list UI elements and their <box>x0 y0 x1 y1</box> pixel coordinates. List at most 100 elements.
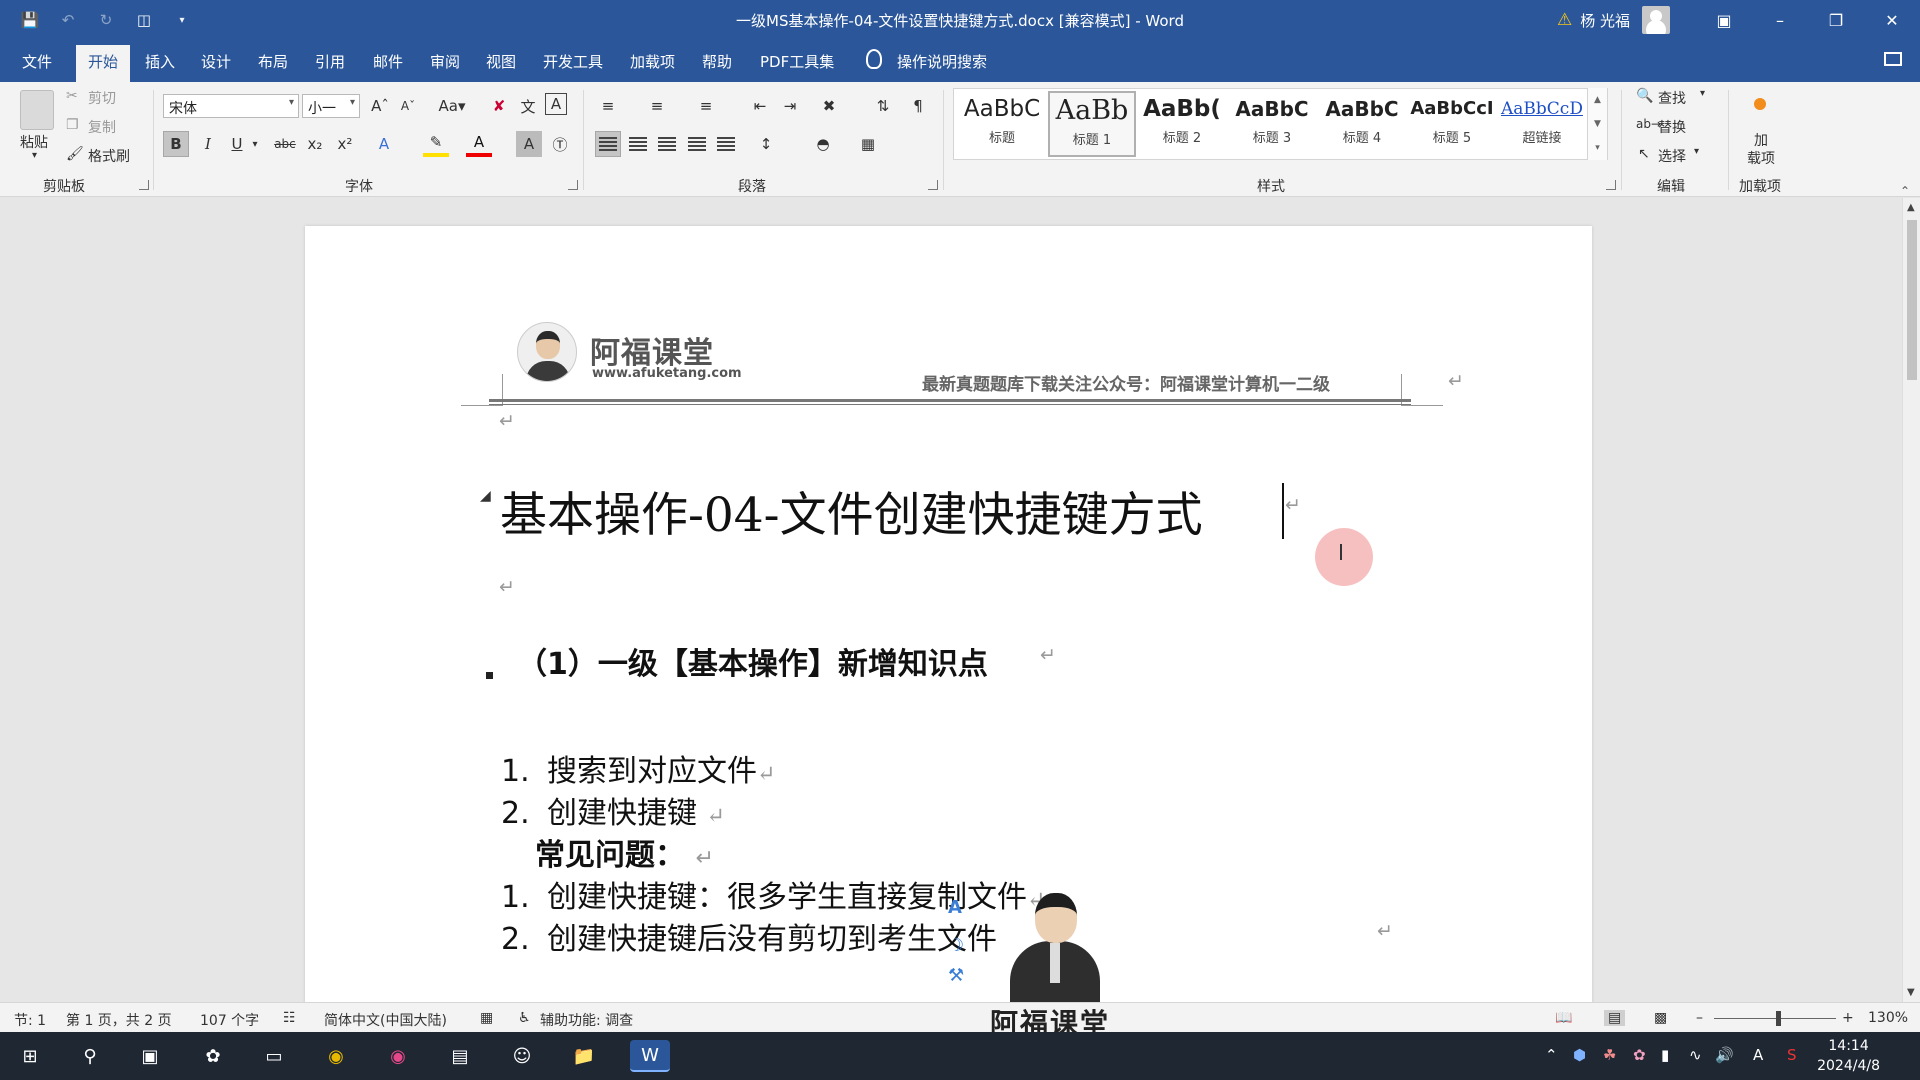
collapse-marker-icon[interactable]: ◢ <box>480 488 491 504</box>
style-hyperlink[interactable]: AaBbCcD 超链接 <box>1498 91 1586 157</box>
shading-icon[interactable]: ◓ <box>810 131 836 157</box>
list-item[interactable]: 常见问题： ↵ <box>535 830 714 874</box>
tab-layout[interactable]: 布局 <box>258 51 288 72</box>
show-hidden-icons-icon[interactable]: ⌃ <box>1545 1046 1558 1064</box>
bullets-icon[interactable]: ≡ <box>595 93 621 119</box>
page[interactable]: 阿福课堂 www.afuketang.com 最新真题题库下载关注公众号：阿福课… <box>305 226 1592 1002</box>
paste-icon[interactable] <box>20 90 54 130</box>
format-painter-button[interactable]: 格式刷 <box>88 146 130 166</box>
scroll-down-icon[interactable]: ▼ <box>1907 987 1915 998</box>
scroll-thumb[interactable] <box>1907 220 1917 380</box>
line-spacing-icon[interactable]: ↕ <box>753 131 779 157</box>
tab-help[interactable]: 帮助 <box>702 51 732 72</box>
chevron-down-icon[interactable]: ▾ <box>1694 146 1699 157</box>
underline-button[interactable]: U <box>224 131 250 157</box>
enclose-characters-icon[interactable]: Ⓣ <box>547 131 573 157</box>
sort-icon[interactable]: ⇅ <box>870 93 896 119</box>
character-border-icon[interactable]: A <box>545 93 567 115</box>
shrink-font-icon[interactable]: Aˇ <box>395 93 421 119</box>
web-layout-icon[interactable]: ▩ <box>1654 1010 1667 1026</box>
proofing-icon[interactable]: ☷ <box>283 1010 296 1026</box>
tray-red-app-icon[interactable]: S <box>1787 1046 1797 1064</box>
phonetic-guide-icon[interactable]: 文 <box>515 93 541 119</box>
app-window-icon[interactable]: ▤ <box>444 1040 476 1072</box>
select-button[interactable]: 选择 <box>1658 146 1686 166</box>
section-heading[interactable]: （1）一级【基本操作】新增知识点 <box>517 639 988 683</box>
italic-button[interactable]: I <box>195 131 221 157</box>
font-name-combo[interactable]: 宋体 ▾ <box>163 94 299 118</box>
tab-references[interactable]: 引用 <box>315 51 345 72</box>
battery-icon[interactable]: ▮ <box>1661 1046 1669 1064</box>
vertical-scrollbar[interactable]: ▲ ▼ <box>1902 198 1920 1002</box>
network-icon[interactable]: ∿ <box>1689 1046 1702 1064</box>
strikethrough-button[interactable]: abc <box>272 131 298 157</box>
input-method-icon[interactable]: A <box>1753 1046 1763 1064</box>
paste-dropdown-icon[interactable]: ▾ <box>32 150 37 161</box>
read-mode-icon[interactable]: 📖 <box>1555 1010 1572 1026</box>
zoom-slider[interactable] <box>1714 1018 1836 1019</box>
tray-app-icon[interactable]: ☘ <box>1603 1046 1616 1064</box>
character-shading-icon[interactable]: A <box>516 131 542 157</box>
styles-scroll[interactable]: ▲ ▼ ▾ <box>1587 88 1607 160</box>
justify-button[interactable] <box>684 131 710 157</box>
language-indicator[interactable]: 简体中文(中国大陆) <box>324 1010 447 1030</box>
decrease-indent-icon[interactable]: ⇤ <box>747 93 773 119</box>
superscript-button[interactable]: x² <box>332 131 358 157</box>
styles-launcher-icon[interactable] <box>1606 180 1616 190</box>
search-icon[interactable]: ⚲ <box>74 1040 106 1072</box>
list-item[interactable]: 2. 创建快捷键后没有剪切到考生文件 <box>501 914 997 958</box>
multilevel-list-icon[interactable]: ≡ <box>693 93 719 119</box>
tab-file[interactable]: 文件 <box>22 51 52 72</box>
tab-review[interactable]: 审阅 <box>430 51 460 72</box>
tab-developer[interactable]: 开发工具 <box>543 51 603 72</box>
chrome-icon[interactable]: ◉ <box>320 1040 352 1072</box>
page-indicator[interactable]: 第 1 页，共 2 页 <box>66 1010 172 1030</box>
zoom-slider-thumb[interactable] <box>1776 1011 1781 1026</box>
accessibility-status[interactable]: 辅助功能: 调查 <box>540 1010 633 1030</box>
tab-insert[interactable]: 插入 <box>145 51 175 72</box>
font-launcher-icon[interactable] <box>568 180 578 190</box>
tab-addins[interactable]: 加载项 <box>630 51 675 72</box>
style-heading-2[interactable]: AaBb( 标题 2 <box>1138 91 1226 157</box>
list-item[interactable]: 1. 搜索到对应文件↵ <box>501 746 775 790</box>
tray-shield-icon[interactable]: ⬢ <box>1573 1046 1586 1064</box>
asian-layout-icon[interactable]: ✖ <box>816 93 842 119</box>
distributed-button[interactable] <box>713 131 739 157</box>
align-right-button[interactable] <box>654 131 680 157</box>
zoom-in-icon[interactable]: + <box>1842 1010 1854 1026</box>
taskbar-clock[interactable]: 14:14 2024/4/8 <box>1817 1036 1880 1076</box>
app-screen-icon[interactable]: ▭ <box>258 1040 290 1072</box>
copy-button[interactable]: 复制 <box>88 117 116 137</box>
ribbon-display-options-icon[interactable]: ▣ <box>1696 0 1752 40</box>
zoom-level[interactable]: 130% <box>1868 1010 1908 1026</box>
underline-dropdown-icon[interactable]: ▾ <box>248 131 262 157</box>
document-title[interactable]: 基本操作-04-文件创建快捷键方式 <box>500 476 1203 545</box>
font-color-icon[interactable]: A <box>466 131 492 157</box>
volume-icon[interactable]: 🔊 <box>1715 1046 1734 1064</box>
style-heading-1[interactable]: AaBb 标题 1 <box>1048 91 1136 157</box>
file-explorer-icon[interactable]: 📁 <box>568 1040 600 1072</box>
style-heading-4[interactable]: AaBbC 标题 4 <box>1318 91 1406 157</box>
find-button[interactable]: 查找 <box>1658 88 1686 108</box>
tab-view[interactable]: 视图 <box>486 51 516 72</box>
change-case-button[interactable]: Aa ▾ <box>432 93 472 119</box>
align-left-button[interactable] <box>595 131 621 157</box>
text-effects-icon[interactable]: A <box>371 131 397 157</box>
numbering-icon[interactable]: ≡ <box>644 93 670 119</box>
close-button[interactable]: ✕ <box>1864 0 1920 40</box>
list-item[interactable]: 2. 创建快捷键 ↵ <box>501 788 725 832</box>
color-app-icon[interactable]: ◉ <box>382 1040 414 1072</box>
print-layout-icon[interactable]: ▤ <box>1604 1010 1626 1026</box>
grow-font-icon[interactable]: Aˆ <box>367 93 393 119</box>
style-heading-5[interactable]: AaBbCcI 标题 5 <box>1408 91 1496 157</box>
font-size-combo[interactable]: 小一 ▾ <box>302 94 360 118</box>
subscript-button[interactable]: x₂ <box>302 131 328 157</box>
tab-design[interactable]: 设计 <box>201 51 231 72</box>
style-title[interactable]: AaBbC 标题 <box>958 91 1046 157</box>
addins-button-line1[interactable]: 加 <box>1754 130 1768 150</box>
addins-button-line2[interactable]: 载项 <box>1747 148 1775 168</box>
list-item[interactable]: 1. 创建快捷键：很多学生直接复制文件↵ <box>501 872 1045 916</box>
app-person-icon[interactable]: ☺ <box>506 1040 538 1072</box>
align-center-button[interactable] <box>625 131 651 157</box>
warning-icon[interactable]: ⚠ <box>1557 10 1572 30</box>
